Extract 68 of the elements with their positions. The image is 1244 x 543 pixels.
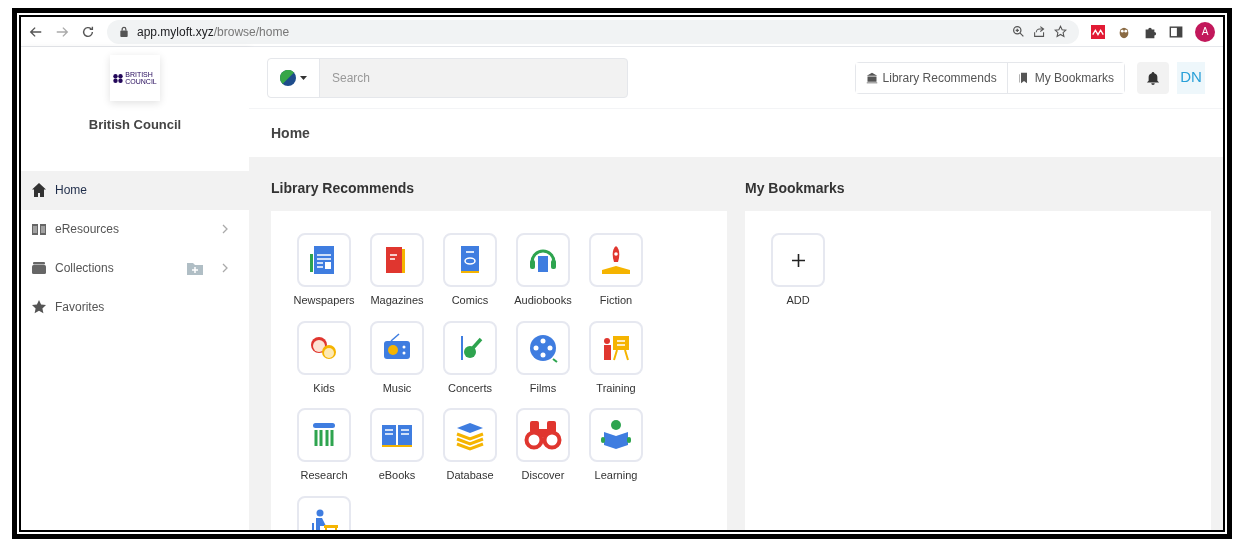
sidebar-item-icon [31,260,47,276]
category-tile[interactable] [589,233,643,287]
category-label: eBooks [378,468,416,483]
chevron-icon[interactable] [221,224,229,234]
search-bar[interactable]: Search [267,57,628,98]
category-label: Fiction [599,293,633,308]
lock-icon [119,26,129,37]
zoom-icon[interactable] [1012,25,1025,38]
section-title: Library Recommends [271,179,416,198]
header-button-icon [865,71,878,84]
category-tile[interactable] [443,233,497,287]
extension-icon[interactable] [1091,24,1105,39]
reload-icon[interactable] [81,24,95,39]
category-tile[interactable] [516,408,570,462]
forward-icon[interactable] [55,24,69,39]
category-tile[interactable] [297,233,351,287]
dots-icon [113,73,124,83]
page-title: Home [271,123,310,143]
back-icon[interactable] [29,24,43,39]
category-label: Music [382,380,412,396]
category-label: Magazines [370,293,424,308]
category-tile[interactable] [370,320,424,375]
category-label: Discover [521,468,565,483]
category-label: Research [300,468,348,483]
sidebar-item[interactable]: Favorites [21,287,249,327]
category-label: Learning [594,468,638,483]
category-label: Database [446,468,494,483]
category-label: Films [529,380,557,396]
chevron-icon[interactable] [221,263,229,273]
address-bar[interactable]: app.myloft.xyz/browse/home [107,19,1079,44]
add-label: ADD [786,293,810,308]
side-panel-icon[interactable] [1169,24,1183,39]
category-tile[interactable] [370,408,424,462]
category-label: Comics [451,293,489,308]
url-text: app.myloft.xyz/browse/home [137,23,290,41]
sidebar-item-icon [31,221,47,237]
category-tile[interactable] [297,408,351,462]
category-tile[interactable] [589,320,643,375]
sidebar-item-icon [31,182,47,198]
category-tile[interactable] [443,320,497,375]
sidebar-item-icon [31,299,47,315]
plus-icon [791,253,805,267]
bell-icon [1146,70,1160,85]
category-tile[interactable] [443,408,497,462]
header-button-icon [1017,71,1030,84]
category-tile[interactable] [516,233,570,287]
category-label: Newspapers [293,293,355,308]
search-field[interactable]: Search [320,58,627,97]
star-icon[interactable] [1054,25,1067,38]
sidebar-item[interactable]: Collections [21,248,249,288]
section-title: My Bookmarks [745,179,846,198]
category-label: Audiobooks [514,293,572,308]
category-label: Training [596,380,636,396]
profile-avatar[interactable]: A [1195,21,1215,42]
share-icon[interactable] [1033,25,1046,38]
sidebar-item[interactable]: eResources [21,209,249,249]
category-tile[interactable] [516,320,570,375]
category-label: Kids [313,380,335,396]
sidebar-item[interactable]: Home [21,170,249,210]
category-tile[interactable] [370,233,424,287]
notifications-button[interactable] [1137,61,1169,94]
category-label: Concerts [448,380,492,396]
caret-icon [300,75,307,80]
header-button[interactable]: My Bookmarks [1006,62,1124,93]
category-tile[interactable] [297,320,351,375]
source-selector[interactable] [268,58,320,97]
organization-name: British Council [87,116,183,134]
category-tile[interactable] [589,408,643,462]
